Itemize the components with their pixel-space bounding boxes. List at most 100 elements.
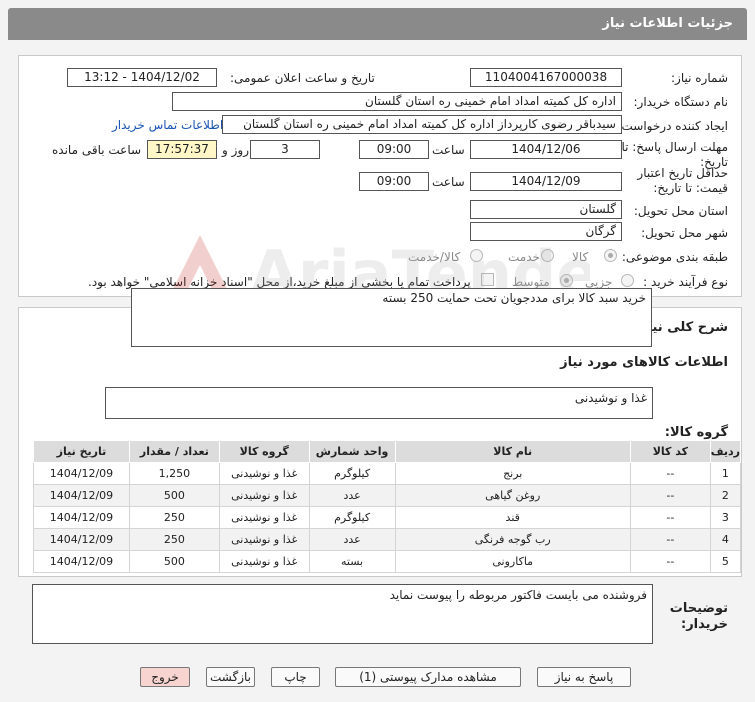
creator-label: ایجاد کننده درخواست: [617, 119, 728, 133]
cell-name: روغن گیاهی [394, 484, 631, 507]
cell-unit: عدد [308, 484, 396, 507]
validity-label: حداقل تاریخ اعتبار [637, 166, 728, 180]
items-table-wrapper: ردیف کد کالا نام کالا واحد شمارش گروه کا… [33, 440, 742, 573]
days-remaining-field[interactable]: 3 [250, 140, 320, 159]
cell-date: 1404/12/09 [33, 528, 130, 551]
cell-unit: بسته [308, 550, 396, 573]
cell-date: 1404/12/09 [33, 484, 130, 507]
deadline-time-label: ساعت [432, 143, 465, 157]
cell-row: 2 [709, 484, 742, 507]
summary-field[interactable]: خرید سبد کالا برای مددجویان تحت حمایت 25… [131, 288, 652, 347]
need-number-field[interactable]: 1104004167000038 [470, 68, 622, 87]
time-remaining-label: ساعت باقی مانده [52, 143, 142, 157]
goods-group-field[interactable]: غذا و نوشیدنی [105, 387, 653, 419]
cell-group: غذا و نوشیدنی [218, 506, 310, 529]
cell-date: 1404/12/09 [33, 506, 130, 529]
back-button[interactable]: بازگشت [206, 667, 255, 687]
cell-unit: کیلوگرم [308, 506, 396, 529]
cell-qty: 500 [128, 550, 220, 573]
cell-row: 5 [709, 550, 742, 573]
treasury-note: پرداخت تمام یا بخشی از مبلغ خرید،از محل … [88, 275, 471, 289]
cell-code: -- [629, 462, 711, 485]
cell-code: -- [629, 506, 711, 529]
table-row[interactable]: 2 -- روغن گیاهی عدد غذا و نوشیدنی 500 14… [33, 484, 742, 507]
cell-group: غذا و نوشیدنی [218, 528, 310, 551]
col-unit: واحد شمارش [308, 440, 396, 463]
deadline-label: مهلت ارسال پاسخ: تا [621, 140, 728, 154]
process-option-minor: جزیی [585, 275, 613, 289]
cell-date: 1404/12/09 [33, 550, 130, 573]
col-name: نام کالا [394, 440, 631, 463]
table-row[interactable]: 4 -- رب گوجه فرنگی عدد غذا و نوشیدنی 250… [33, 528, 742, 551]
cell-unit: عدد [308, 528, 396, 551]
cell-name: رب گوجه فرنگی [394, 528, 631, 551]
deadline-time-field[interactable]: 09:00 [359, 140, 429, 159]
city-label: شهر محل تحویل: [641, 226, 728, 240]
process-radio-minor[interactable] [621, 274, 634, 287]
items-table: ردیف کد کالا نام کالا واحد شمارش گروه کا… [33, 440, 742, 573]
table-row[interactable]: 1 -- برنج کیلوگرم غذا و نوشیدنی 1,250 14… [33, 462, 742, 485]
reply-button[interactable]: پاسخ به نیاز [537, 667, 631, 687]
cell-unit: کیلوگرم [308, 462, 396, 485]
cell-name: ماکارونی [394, 550, 631, 573]
col-group: گروه کالا [218, 440, 310, 463]
print-button[interactable]: چاپ [271, 667, 320, 687]
cell-row: 1 [709, 462, 742, 485]
goods-section-title: اطلاعات کالاهای مورد نیاز [560, 355, 728, 370]
province-label: استان محل تحویل: [633, 204, 728, 218]
process-type-label: نوع فرآیند خرید : [643, 275, 728, 289]
cell-qty: 1,250 [128, 462, 220, 485]
buyer-notes-field[interactable]: فروشنده می بایست فاکتور مربوطه را پیوست … [32, 584, 653, 644]
validity-time-field[interactable]: 09:00 [359, 172, 429, 191]
cell-code: -- [629, 550, 711, 573]
buyer-notes-label: توضیحات [669, 601, 728, 616]
category-radio-service[interactable] [541, 249, 554, 262]
col-row: ردیف [709, 440, 742, 463]
summary-text: خرید سبد کالا برای مددجویان تحت حمایت 25… [382, 291, 646, 305]
exit-button[interactable]: خروج [140, 667, 190, 687]
cell-qty: 250 [128, 506, 220, 529]
category-radio-goods-service[interactable] [470, 249, 483, 262]
col-code: کد کالا [629, 440, 711, 463]
buyer-label: نام دستگاه خریدار: [633, 95, 729, 109]
cell-qty: 500 [128, 484, 220, 507]
validity-date-field[interactable]: 1404/12/09 [470, 172, 622, 191]
announce-label: تاریخ و ساعت اعلان عمومی: [230, 71, 375, 85]
city-field[interactable]: گرگان [470, 222, 622, 241]
validity-time-label: ساعت [432, 175, 465, 189]
table-header-row: ردیف کد کالا نام کالا واحد شمارش گروه کا… [33, 440, 742, 463]
deadline-date-field[interactable]: 1404/12/06 [470, 140, 622, 159]
cell-code: -- [629, 528, 711, 551]
category-option-goods: کالا [572, 250, 589, 264]
category-option-goods-service: کالا/خدمت [408, 250, 461, 264]
cell-code: -- [629, 484, 711, 507]
treasury-checkbox[interactable] [481, 273, 494, 286]
category-radio-goods[interactable] [604, 249, 617, 262]
buyer-notes-text: فروشنده می بایست فاکتور مربوطه را پیوست … [389, 588, 647, 602]
time-remaining-field[interactable]: 17:57:37 [147, 140, 217, 159]
buyer-contact-link[interactable]: اطلاعات تماس خریدار [112, 118, 223, 132]
cell-qty: 250 [128, 528, 220, 551]
col-qty: تعداد / مقدار [128, 440, 220, 463]
cell-row: 3 [709, 506, 742, 529]
process-radio-medium[interactable] [560, 274, 573, 287]
category-label: طبقه بندی موضوعی: [621, 250, 728, 264]
cell-group: غذا و نوشیدنی [218, 462, 310, 485]
goods-group-label: گروه کالا: [664, 425, 728, 440]
creator-field[interactable]: سیدباقر رضوی کارپرداز اداره کل کمیته امد… [222, 115, 622, 134]
process-option-medium: متوسط [512, 275, 550, 289]
view-attachments-button[interactable]: مشاهده مدارک پیوستی (1) [335, 667, 521, 687]
province-field[interactable]: گلستان [470, 200, 622, 219]
buyer-field[interactable]: اداره کل کمیته امداد امام خمینی ره استان… [172, 92, 622, 111]
category-option-service: خدمت [508, 250, 540, 264]
cell-row: 4 [709, 528, 742, 551]
table-row[interactable]: 3 -- قند کیلوگرم غذا و نوشیدنی 250 1404/… [33, 506, 742, 529]
table-row[interactable]: 5 -- ماکارونی بسته غذا و نوشیدنی 500 140… [33, 550, 742, 573]
page-header: جزئیات اطلاعات نیاز [8, 8, 747, 40]
announce-field[interactable]: 1404/12/02 - 13:12 [67, 68, 217, 87]
need-number-label: شماره نیاز: [671, 71, 728, 85]
goods-group-text: غذا و نوشیدنی [574, 391, 647, 405]
col-date: تاریخ نیاز [33, 440, 130, 463]
validity-label-date: قیمت: تا تاریخ: [653, 181, 728, 195]
cell-group: غذا و نوشیدنی [218, 484, 310, 507]
